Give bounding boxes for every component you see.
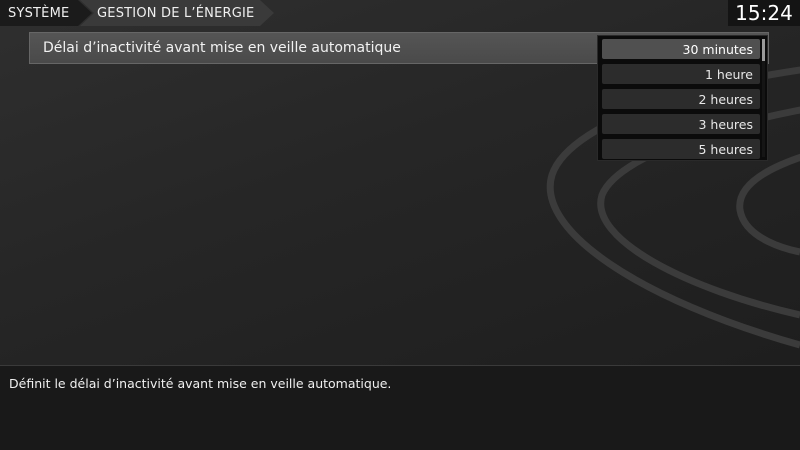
setting-label: Délai d’inactivité avant mise en veille …: [43, 40, 401, 56]
dropdown-scrollbar-thumb[interactable]: [762, 39, 765, 61]
description-text: Définit le délai d’inactivité avant mise…: [9, 376, 392, 391]
top-bar: SYSTÈME GESTION DE L’ÉNERGIE 15:24: [0, 0, 800, 26]
breadcrumb-system[interactable]: SYSTÈME: [0, 0, 92, 26]
breadcrumb-power-management[interactable]: GESTION DE L’ÉNERGIE: [80, 0, 274, 26]
clock: 15:24: [728, 0, 800, 26]
option-30-minutes[interactable]: 30 minutes: [602, 39, 760, 59]
option-3-hours[interactable]: 3 heures: [602, 114, 760, 134]
description-panel: Définit le délai d’inactivité avant mise…: [0, 365, 800, 450]
option-2-hours[interactable]: 2 heures: [602, 89, 760, 109]
option-5-hours[interactable]: 5 heures: [602, 139, 760, 159]
option-1-hour[interactable]: 1 heure: [602, 64, 760, 84]
delay-options-dropdown: 30 minutes 1 heure 2 heures 3 heures 5 h…: [597, 35, 768, 161]
